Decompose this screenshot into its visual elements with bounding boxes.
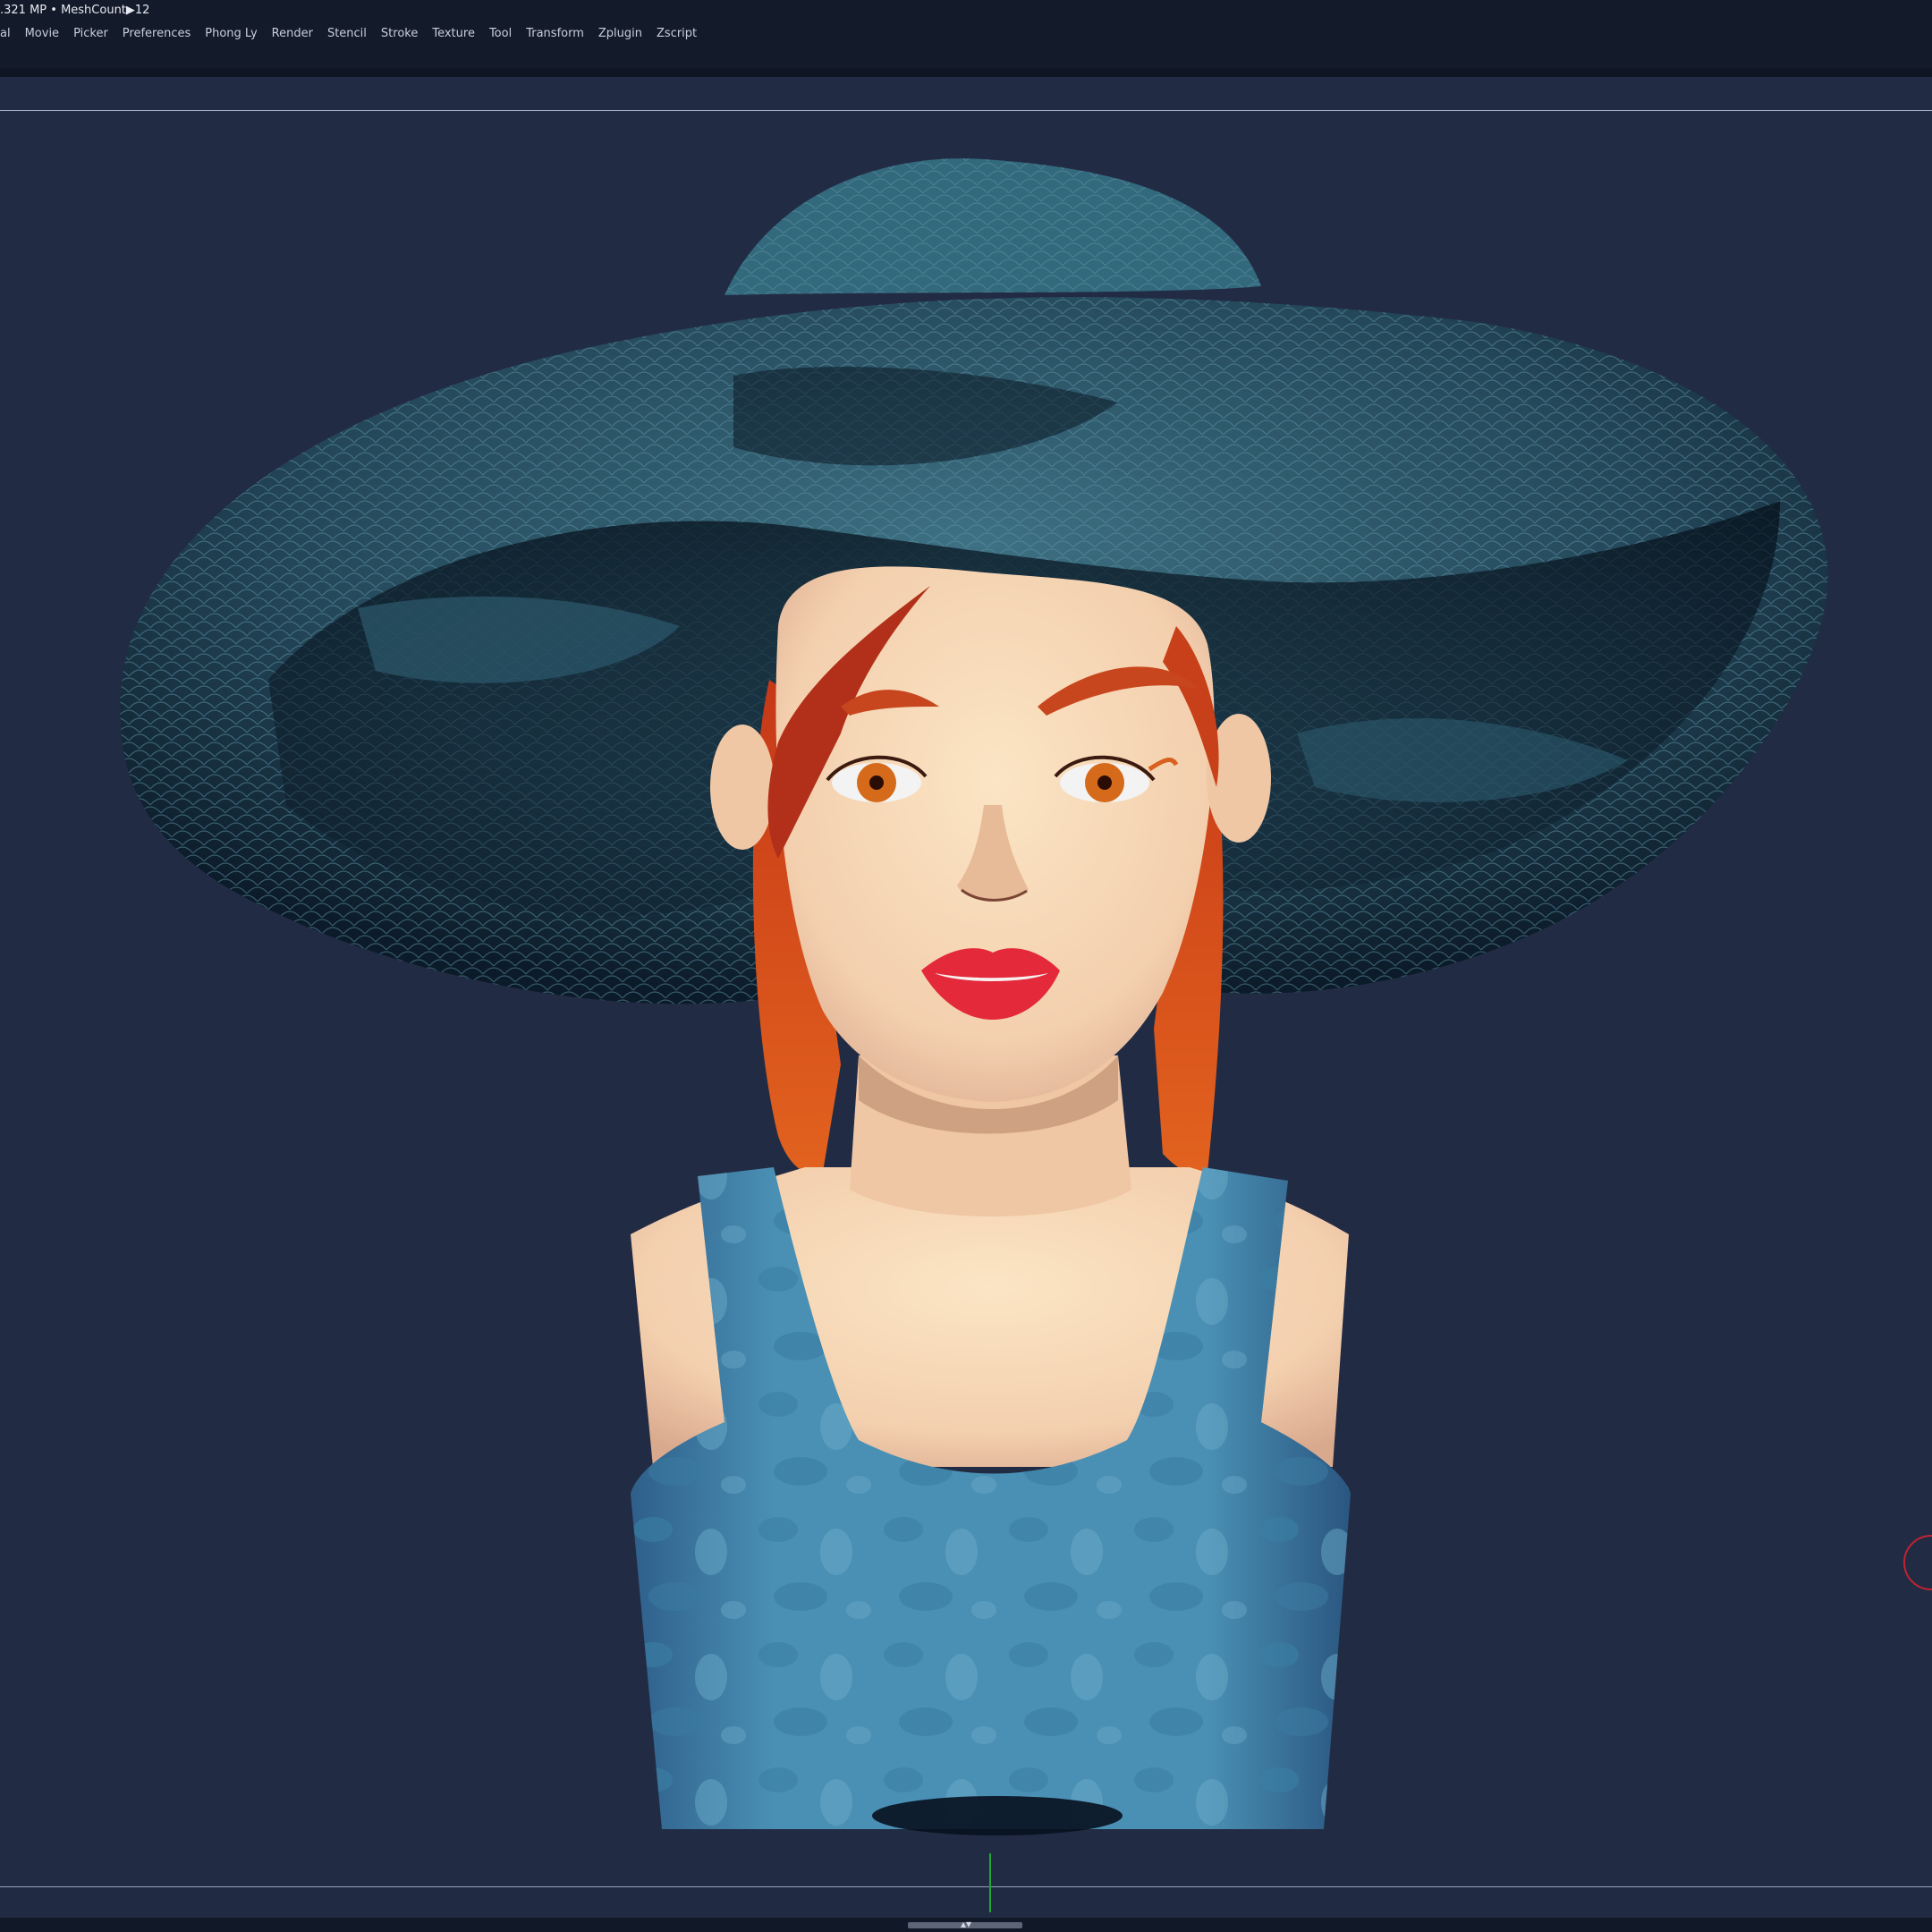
menu-picker[interactable]: Picker bbox=[73, 27, 108, 40]
floor-grid-line bbox=[0, 1886, 1932, 1887]
menu-phong-ly[interactable]: Phong Ly bbox=[205, 27, 257, 40]
status-readout: .321 MP • MeshCount▶12 bbox=[0, 4, 150, 17]
toolbar-divider bbox=[0, 68, 1932, 77]
menu-material[interactable]: al bbox=[0, 27, 11, 40]
y-axis-indicator bbox=[989, 1853, 991, 1912]
menu-preferences[interactable]: Preferences bbox=[123, 27, 191, 40]
menu-transform[interactable]: Transform bbox=[526, 27, 584, 40]
menu-texture[interactable]: Texture bbox=[432, 27, 475, 40]
left-ear bbox=[710, 724, 775, 850]
scroll-arrows-icon[interactable]: ▴▾ bbox=[955, 1917, 977, 1931]
menu-zplugin[interactable]: Zplugin bbox=[598, 27, 642, 40]
menu-tool[interactable]: Tool bbox=[489, 27, 512, 40]
top-shelf bbox=[0, 77, 1932, 110]
menu-render[interactable]: Render bbox=[272, 27, 313, 40]
menu-stencil[interactable]: Stencil bbox=[327, 27, 367, 40]
menu-bar: al Movie Picker Preferences Phong Ly Ren… bbox=[0, 23, 711, 43]
top-toolbar: .321 MP • MeshCount▶12 al Movie Picker P… bbox=[0, 0, 1932, 77]
menu-movie[interactable]: Movie bbox=[25, 27, 59, 40]
menu-stroke[interactable]: Stroke bbox=[381, 27, 418, 40]
menu-zscript[interactable]: Zscript bbox=[657, 27, 697, 40]
character-model[interactable] bbox=[0, 111, 1932, 1886]
